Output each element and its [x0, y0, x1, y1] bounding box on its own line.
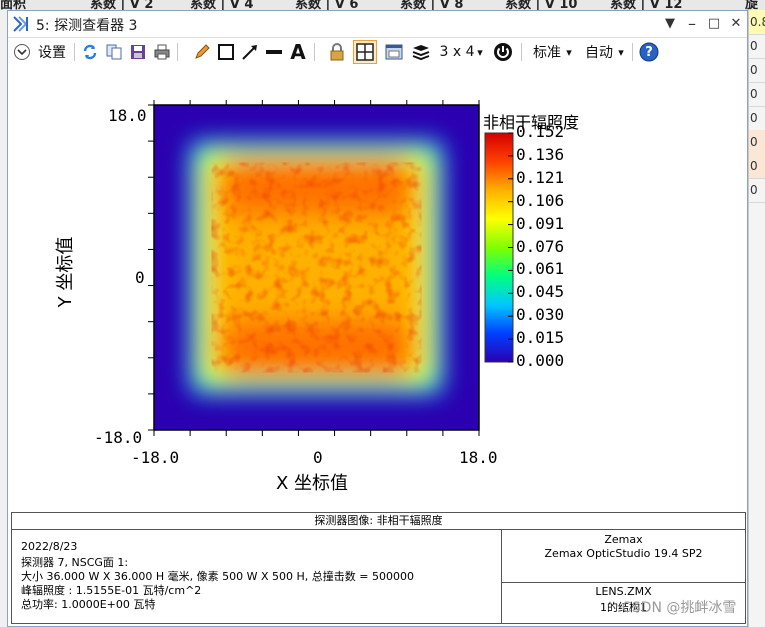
colorbar-tick-label: 0.106 — [516, 190, 565, 210]
info-total-power: 总功率: 1.0000E+00 瓦特 — [21, 598, 156, 611]
x-axis-label: X 坐标值 — [276, 473, 349, 494]
window-tile-icon[interactable] — [383, 40, 405, 64]
x-tick-right: 18.0 — [459, 448, 498, 467]
info-panel-title: 探测器图像: 非相干辐照度 — [12, 513, 745, 530]
settings-chevron-icon[interactable] — [12, 40, 32, 64]
auto-dropdown-arrow-icon[interactable]: ▾ — [615, 40, 627, 64]
copy-icon[interactable] — [103, 40, 125, 64]
title-bar[interactable]: 5: 探测查看器 3 ▼ – □ ✕ — [8, 11, 747, 38]
close-icon[interactable]: ✕ — [726, 14, 746, 34]
standard-dropdown[interactable]: 标准 — [531, 40, 563, 64]
toolbar-separator — [177, 43, 178, 61]
colorbar-tick-label: 0.030 — [516, 305, 565, 325]
info-vendor: Zemax — [604, 533, 643, 546]
toolbar-separator — [314, 43, 315, 61]
toolbar: 设置 A 3 x 4 ▾ 标准 ▾ 自动 ▾ ? — [8, 38, 747, 66]
layers-icon[interactable] — [409, 40, 433, 64]
maximize-icon[interactable]: □ — [704, 14, 724, 34]
help-glyph: ? — [645, 44, 653, 60]
background-left-strip — [0, 10, 7, 627]
settings-button[interactable]: 设置 — [35, 40, 69, 64]
colorbar-tick-label: 0.091 — [516, 213, 565, 233]
layout-3x4-dropdown[interactable]: 3 x 4 — [439, 40, 475, 64]
toolbar-separator — [521, 43, 522, 61]
colorbar-tick-label: 0.152 — [516, 122, 565, 141]
colorbar-tick-label: 0.136 — [516, 144, 565, 164]
y-tick-mid: 0 — [135, 268, 145, 287]
background-cell: 0 — [749, 178, 765, 203]
x-tick-mid: 0 — [313, 448, 323, 467]
background-right-cells: 0.80000000 — [748, 10, 765, 627]
info-date: 2022/8/23 — [21, 540, 78, 553]
y-tick-bottom: -18.0 — [94, 428, 143, 447]
text-tool-icon[interactable]: A — [287, 40, 309, 64]
info-details: 2022/8/23 探测器 7, NSCG面 1: 大小 36.000 W X … — [12, 530, 502, 623]
heatmap-speckle — [211, 162, 422, 373]
window-menu-icon[interactable]: ▼ — [660, 14, 680, 34]
toolbar-separator — [632, 43, 633, 61]
arrow-tool-icon[interactable] — [239, 40, 261, 64]
background-cell: 0 — [749, 34, 765, 59]
background-cell: 0 — [749, 130, 765, 155]
plot-area: 18.0 0 -18.0 -18.0 0 18.0 X 坐标值 Y 坐标值 非相… — [8, 67, 747, 512]
lock-icon[interactable] — [326, 40, 348, 64]
window-title: 5: 探测查看器 3 — [36, 18, 138, 34]
background-cell: 0 — [749, 82, 765, 107]
colorbar-tick-label: 0.015 — [516, 328, 565, 348]
save-icon[interactable] — [127, 40, 149, 64]
y-axis-label: Y 坐标值 — [55, 236, 76, 308]
auto-dropdown[interactable]: 自动 — [583, 40, 615, 64]
print-icon[interactable] — [151, 40, 173, 64]
power-icon[interactable] — [492, 40, 514, 64]
background-cell: 0.8 — [749, 10, 765, 35]
standard-dropdown-arrow-icon[interactable]: ▾ — [563, 40, 575, 64]
refresh-icon[interactable] — [79, 40, 101, 64]
grid-layout-icon[interactable] — [353, 40, 377, 64]
colorbar-tick-label: 0.121 — [516, 167, 565, 187]
colorbar-tick-label: 0.045 — [516, 282, 565, 302]
detector-viewer-window: 5: 探测查看器 3 ▼ – □ ✕ 设置 A 3 x 4 ▾ 标准 ▾ 自动 … — [7, 10, 748, 627]
rectangle-tool-icon[interactable] — [215, 40, 237, 64]
y-tick-top: 18.0 — [108, 106, 147, 125]
app-icon — [13, 16, 28, 32]
colorbar-tick-label: 0.076 — [516, 236, 565, 256]
line-tool-icon[interactable] — [263, 40, 285, 64]
toolbar-separator — [74, 43, 75, 61]
info-vendor-block: Zemax Zemax OpticStudio 19.4 SP2 — [502, 530, 745, 583]
colorbar-tick-label: 0.061 — [516, 259, 565, 279]
layout-dropdown-arrow-icon[interactable]: ▾ — [474, 40, 486, 64]
background-cell: 0 — [749, 58, 765, 83]
background-cell: 0 — [749, 154, 765, 179]
colorbar-tick-label: 0.000 — [516, 351, 565, 370]
background-cell: 0 — [749, 106, 765, 131]
x-tick-left: -18.0 — [131, 448, 180, 467]
minimize-icon[interactable]: – — [682, 14, 702, 34]
watermark: CSDN @挑衅冰雪 — [622, 600, 737, 616]
info-product: Zemax OpticStudio 19.4 SP2 — [544, 547, 703, 560]
pencil-icon[interactable] — [191, 40, 213, 64]
